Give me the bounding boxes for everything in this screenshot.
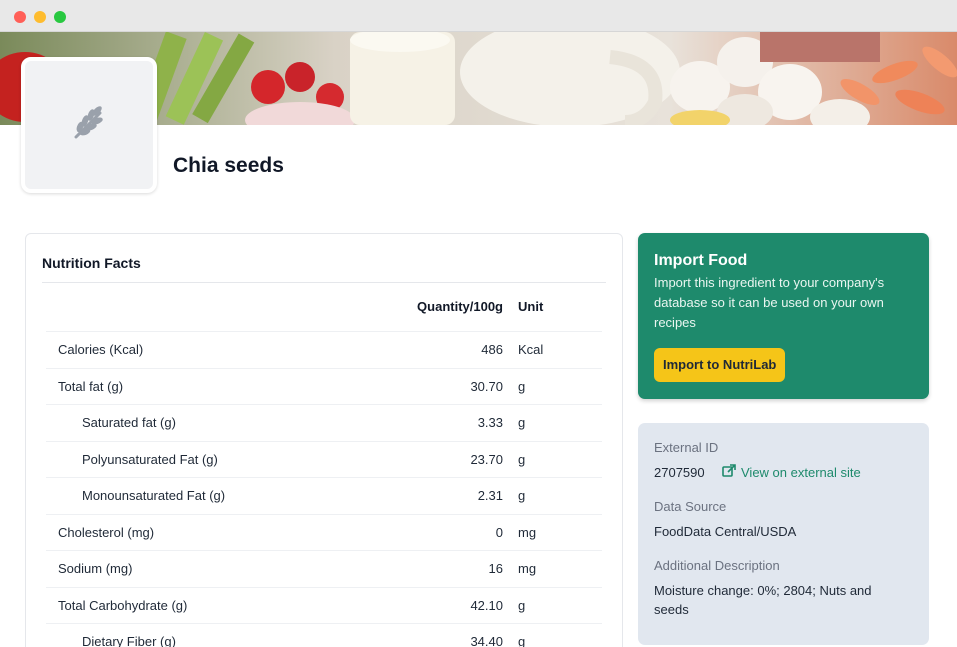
nutrient-name: Cholesterol (mg) [58, 524, 155, 540]
additional-description-label: Additional Description [654, 558, 780, 573]
import-to-nutrilab-button[interactable]: Import to NutriLab [654, 348, 786, 382]
window-titlebar [0, 0, 957, 32]
nutrient-quantity: 34.40 [470, 634, 503, 647]
nutrition-row: Calories (Kcal) 486 Kcal [46, 331, 602, 367]
wheat-icon [69, 103, 109, 148]
additional-description-value: Moisture change: 0%; 2804; Nuts and seed… [654, 583, 872, 617]
nutrition-facts-title: Nutrition Facts [42, 255, 141, 271]
nutrient-name: Total Carbohydrate (g) [58, 597, 188, 613]
nutrition-row: Saturated fat (g) 3.33 g [46, 404, 602, 440]
nutrient-unit: g [518, 378, 526, 394]
nutrition-row: Cholesterol (mg) 0 mg [46, 513, 602, 550]
nutrient-unit: mg [518, 561, 537, 576]
nutrition-row: Total Carbohydrate (g) 42.10 g [46, 586, 602, 623]
nutrient-unit: mg [518, 524, 537, 540]
nutrient-name: Total fat (g) [58, 378, 124, 394]
nutrition-row: Polyunsaturated Fat (g) 23.70 g [46, 440, 602, 477]
nutrient-quantity: 2.31 [477, 488, 503, 503]
nutrient-unit: g [518, 597, 526, 613]
maximize-window-button[interactable] [54, 11, 66, 23]
nutrition-row: Dietary Fiber (g) 34.40 g [46, 623, 602, 647]
nutrient-quantity: 3.33 [477, 415, 503, 430]
nutrient-quantity: 42.10 [470, 597, 503, 613]
nutrient-unit: Kcal [518, 342, 544, 357]
view-external-site-link[interactable]: View on external site [722, 464, 861, 480]
divider [42, 282, 606, 283]
nutrient-unit: g [518, 415, 526, 430]
data-source-value: FoodData Central/USDA [654, 524, 797, 539]
data-source-label: Data Source [654, 499, 727, 514]
nutrient-name: Dietary Fiber (g) [82, 634, 176, 647]
food-name: Chia seeds [173, 154, 284, 177]
nutrient-name: Polyunsaturated Fat (g) [82, 451, 218, 467]
external-link-icon [722, 464, 736, 480]
food-details-card: External ID 2707590 View on external sit… [638, 423, 929, 645]
nutrient-quantity: 30.70 [470, 378, 503, 394]
nutrient-quantity: 16 [488, 561, 503, 576]
external-id-label: External ID [654, 440, 719, 455]
nutrient-name: Monounsaturated Fat (g) [82, 488, 226, 503]
nutrient-quantity: 0 [495, 524, 503, 540]
nutrition-row: Total fat (g) 30.70 g [46, 367, 602, 404]
external-id-value: 2707590 [654, 465, 705, 480]
nutrient-name: Sodium (mg) [58, 561, 133, 576]
nutrient-unit: g [518, 634, 526, 647]
import-food-card: Import Food Import this ingredient to yo… [638, 233, 929, 399]
nutrient-name: Saturated fat (g) [82, 415, 176, 430]
nutrient-name: Calories (Kcal) [58, 342, 144, 357]
view-external-site-label: View on external site [741, 464, 861, 480]
food-thumbnail-placeholder [21, 57, 157, 193]
column-header-quantity: Quantity/100g [417, 299, 503, 314]
import-food-title: Import Food [654, 252, 748, 269]
nutrient-quantity: 486 [481, 342, 503, 357]
close-window-button[interactable] [14, 11, 26, 23]
import-food-description: Import this ingredient to your company's… [654, 275, 885, 330]
nutrition-facts-card: Nutrition Facts Quantity/100g Unit Calor… [25, 233, 623, 647]
column-header-unit: Unit [518, 299, 544, 314]
nutrition-row: Sodium (mg) 16 mg [46, 550, 602, 586]
minimize-window-button[interactable] [34, 11, 46, 23]
nutrition-row: Monounsaturated Fat (g) 2.31 g [46, 477, 602, 513]
nutrient-quantity: 23.70 [470, 451, 503, 467]
nutrient-unit: g [518, 451, 526, 467]
nutrient-unit: g [518, 488, 526, 503]
